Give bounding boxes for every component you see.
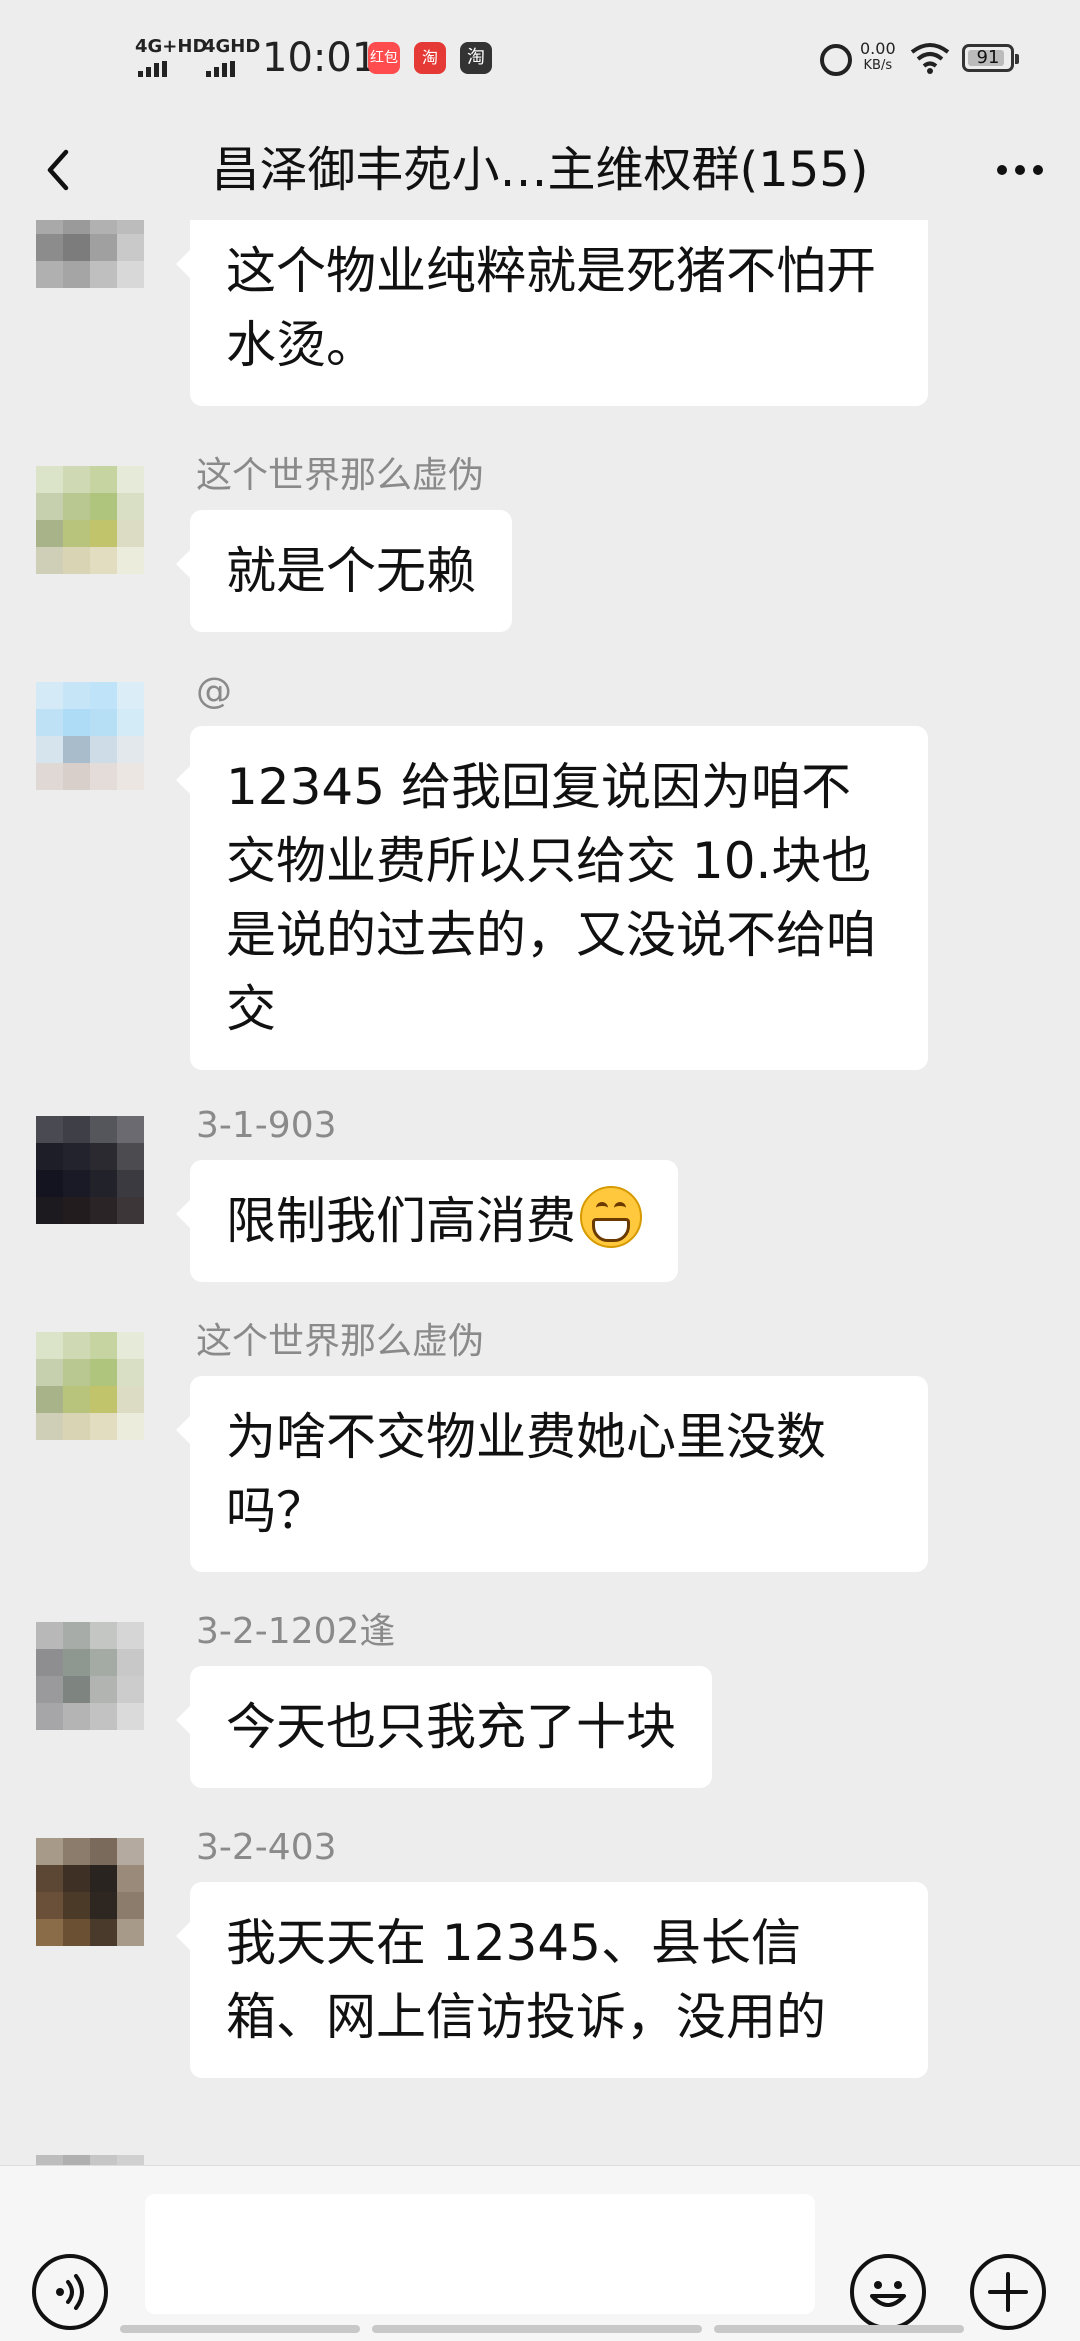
chat-header: 昌泽御丰苑小…主维权群(155) bbox=[0, 120, 1080, 220]
avatar[interactable] bbox=[36, 2155, 144, 2165]
home-indicator bbox=[120, 2325, 360, 2333]
network-speed: 0.00 KB/s bbox=[860, 40, 896, 74]
network-indicator-2: 4GHD bbox=[203, 36, 261, 57]
signal-bars-2-icon bbox=[206, 58, 238, 77]
signal-bars-1-icon bbox=[138, 58, 170, 77]
avatar[interactable] bbox=[36, 1622, 144, 1730]
more-dots-icon[interactable] bbox=[980, 140, 1060, 200]
avatar[interactable] bbox=[36, 466, 144, 574]
message-text: 限制我们高消费 bbox=[226, 1192, 576, 1250]
message-list[interactable]: 这个物业纯粹就是死猪不怕开水烫。 这个世界那么虚伪 就是个无赖 @ 12345 … bbox=[0, 220, 1080, 2165]
alarm-icon bbox=[820, 44, 852, 76]
grinning-face-icon bbox=[580, 1186, 642, 1248]
message-bubble[interactable]: 今天也只我充了十块 bbox=[176, 1666, 712, 1788]
status-time: 10:01 bbox=[262, 35, 378, 81]
chevron-left-icon[interactable] bbox=[30, 140, 90, 200]
message-bubble[interactable]: 限制我们高消费 bbox=[176, 1160, 678, 1282]
network-speed-value: 0.00 bbox=[860, 39, 896, 58]
battery-level: 91 bbox=[976, 47, 1000, 68]
avatar[interactable] bbox=[36, 1116, 144, 1224]
chat-title: 昌泽御丰苑小…主维权群(155) bbox=[211, 142, 869, 198]
avatar[interactable] bbox=[36, 1332, 144, 1440]
avatar[interactable] bbox=[36, 682, 144, 790]
message-bubble[interactable]: 为啥不交物业费她心里没数吗？ bbox=[176, 1376, 928, 1572]
sender-name: @ bbox=[196, 671, 232, 712]
status-bar: 4G+HD 4GHD 10:01 红包 淘 淘 0.00 KB/s 91 bbox=[0, 0, 1080, 120]
sender-name: 3-2-1202逢 bbox=[196, 1611, 396, 1652]
voice-icon[interactable] bbox=[32, 2254, 108, 2330]
wifi-icon bbox=[910, 43, 950, 74]
message-bubble[interactable]: 我天天在 12345、县长信箱、网上信访投诉，没用的 bbox=[176, 1882, 928, 2078]
network-speed-unit: KB/s bbox=[863, 58, 893, 73]
message-input[interactable] bbox=[145, 2194, 815, 2314]
emoji-icon[interactable] bbox=[850, 2254, 926, 2330]
app-notification-icon-1: 红包 bbox=[368, 42, 400, 74]
avatar[interactable] bbox=[36, 220, 144, 288]
sender-name: 这个世界那么虚伪 bbox=[196, 1321, 485, 1362]
home-indicator bbox=[714, 2325, 964, 2333]
sender-name: 这个世界那么虚伪 bbox=[196, 455, 485, 496]
network-indicator-1: 4G+HD bbox=[135, 36, 208, 57]
sender-name: 3-2-403 bbox=[196, 1827, 337, 1868]
input-bar bbox=[0, 2165, 1080, 2341]
message-bubble[interactable]: 这个物业纯粹就是死猪不怕开水烫。 bbox=[176, 220, 928, 406]
plus-icon[interactable] bbox=[970, 2254, 1046, 2330]
sender-name: 3-1-903 bbox=[196, 1105, 337, 1146]
battery-icon: 91 bbox=[962, 44, 1019, 72]
avatar[interactable] bbox=[36, 1838, 144, 1946]
message-bubble[interactable]: 就是个无赖 bbox=[176, 510, 512, 632]
home-indicator bbox=[372, 2325, 702, 2333]
message-bubble[interactable]: 12345 给我回复说因为咱不交物业费所以只给交 10.块也是说的过去的，又没说… bbox=[176, 726, 928, 1070]
app-notification-icon-3: 淘 bbox=[460, 42, 492, 74]
app-notification-icon-2: 淘 bbox=[414, 42, 446, 74]
